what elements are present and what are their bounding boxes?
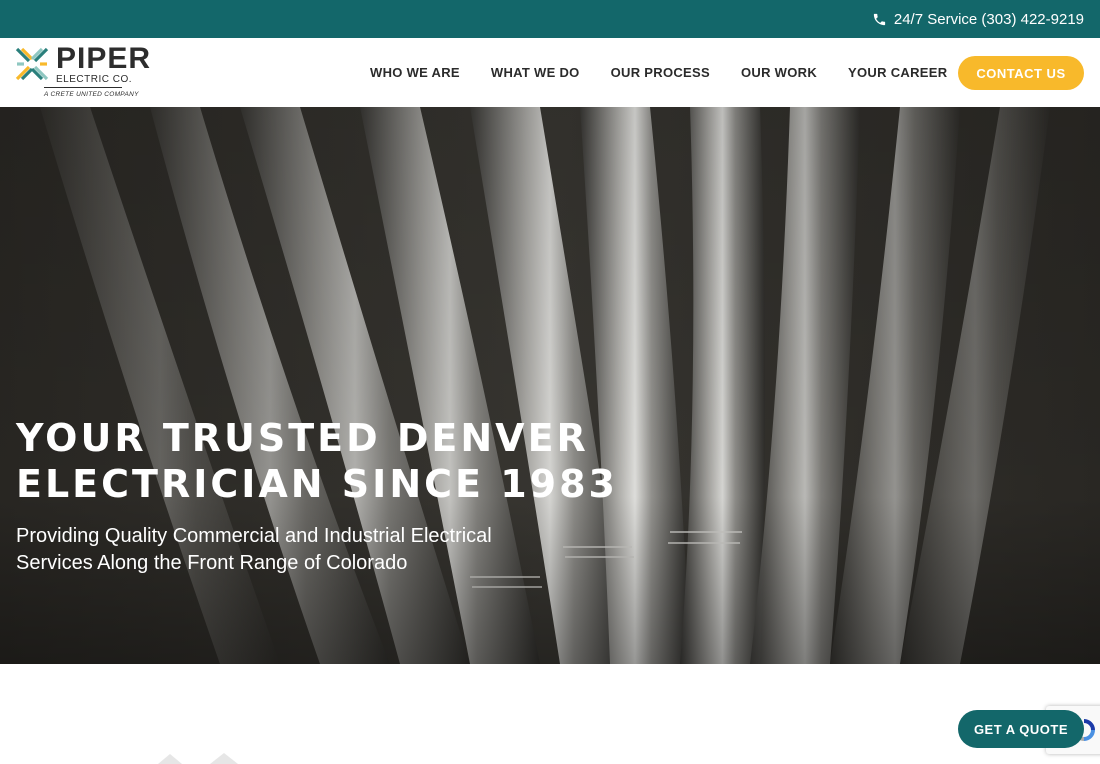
get-a-quote-button[interactable]: GET A QUOTE [958,710,1084,748]
logo-divider [44,87,122,88]
logo-tagline: A CRETE UNITED COMPANY [44,91,139,98]
logo-name: PIPER [56,42,152,75]
hero-title-line-2: ELECTRICIAN SINCE 1983 [16,462,618,506]
service-bar: 24/7 Service (303) 422-9219 [0,0,1100,38]
site-logo[interactable]: PIPER ELECTRIC CO. A CRETE UNITED COMPAN… [14,44,154,102]
hero-title-line-1: YOUR TRUSTED DENVER [16,416,589,460]
service-phone-link[interactable]: 24/7 Service (303) 422-9219 [872,11,1084,28]
service-text: 24/7 Service (303) 422-9219 [893,10,1084,28]
hero-subtitle: Providing Quality Commercial and Industr… [16,525,492,574]
hero-title: YOUR TRUSTED DENVER ELECTRICIAN SINCE 19… [16,415,618,507]
contact-us-button[interactable]: CONTACT US [958,56,1084,90]
nav-our-work[interactable]: OUR WORK [741,65,817,80]
logo-subtitle: ELECTRIC CO. [56,74,133,85]
hero-section: YOUR TRUSTED DENVER ELECTRICIAN SINCE 19… [0,107,1100,664]
piper-logo-mark-icon [15,47,49,81]
nav-your-career[interactable]: YOUR CAREER [848,65,947,80]
hero-background-image [0,107,1100,664]
phone-icon [873,13,885,25]
decorative-shape [158,753,238,764]
nav-our-process[interactable]: OUR PROCESS [611,65,710,80]
site-header: PIPER ELECTRIC CO. A CRETE UNITED COMPAN… [0,38,1100,107]
nav-what-we-do[interactable]: WHAT WE DO [491,65,580,80]
nav-who-we-are[interactable]: WHO WE ARE [370,65,460,80]
main-nav: WHO WE ARE WHAT WE DO OUR PROCESS OUR WO… [370,38,978,107]
